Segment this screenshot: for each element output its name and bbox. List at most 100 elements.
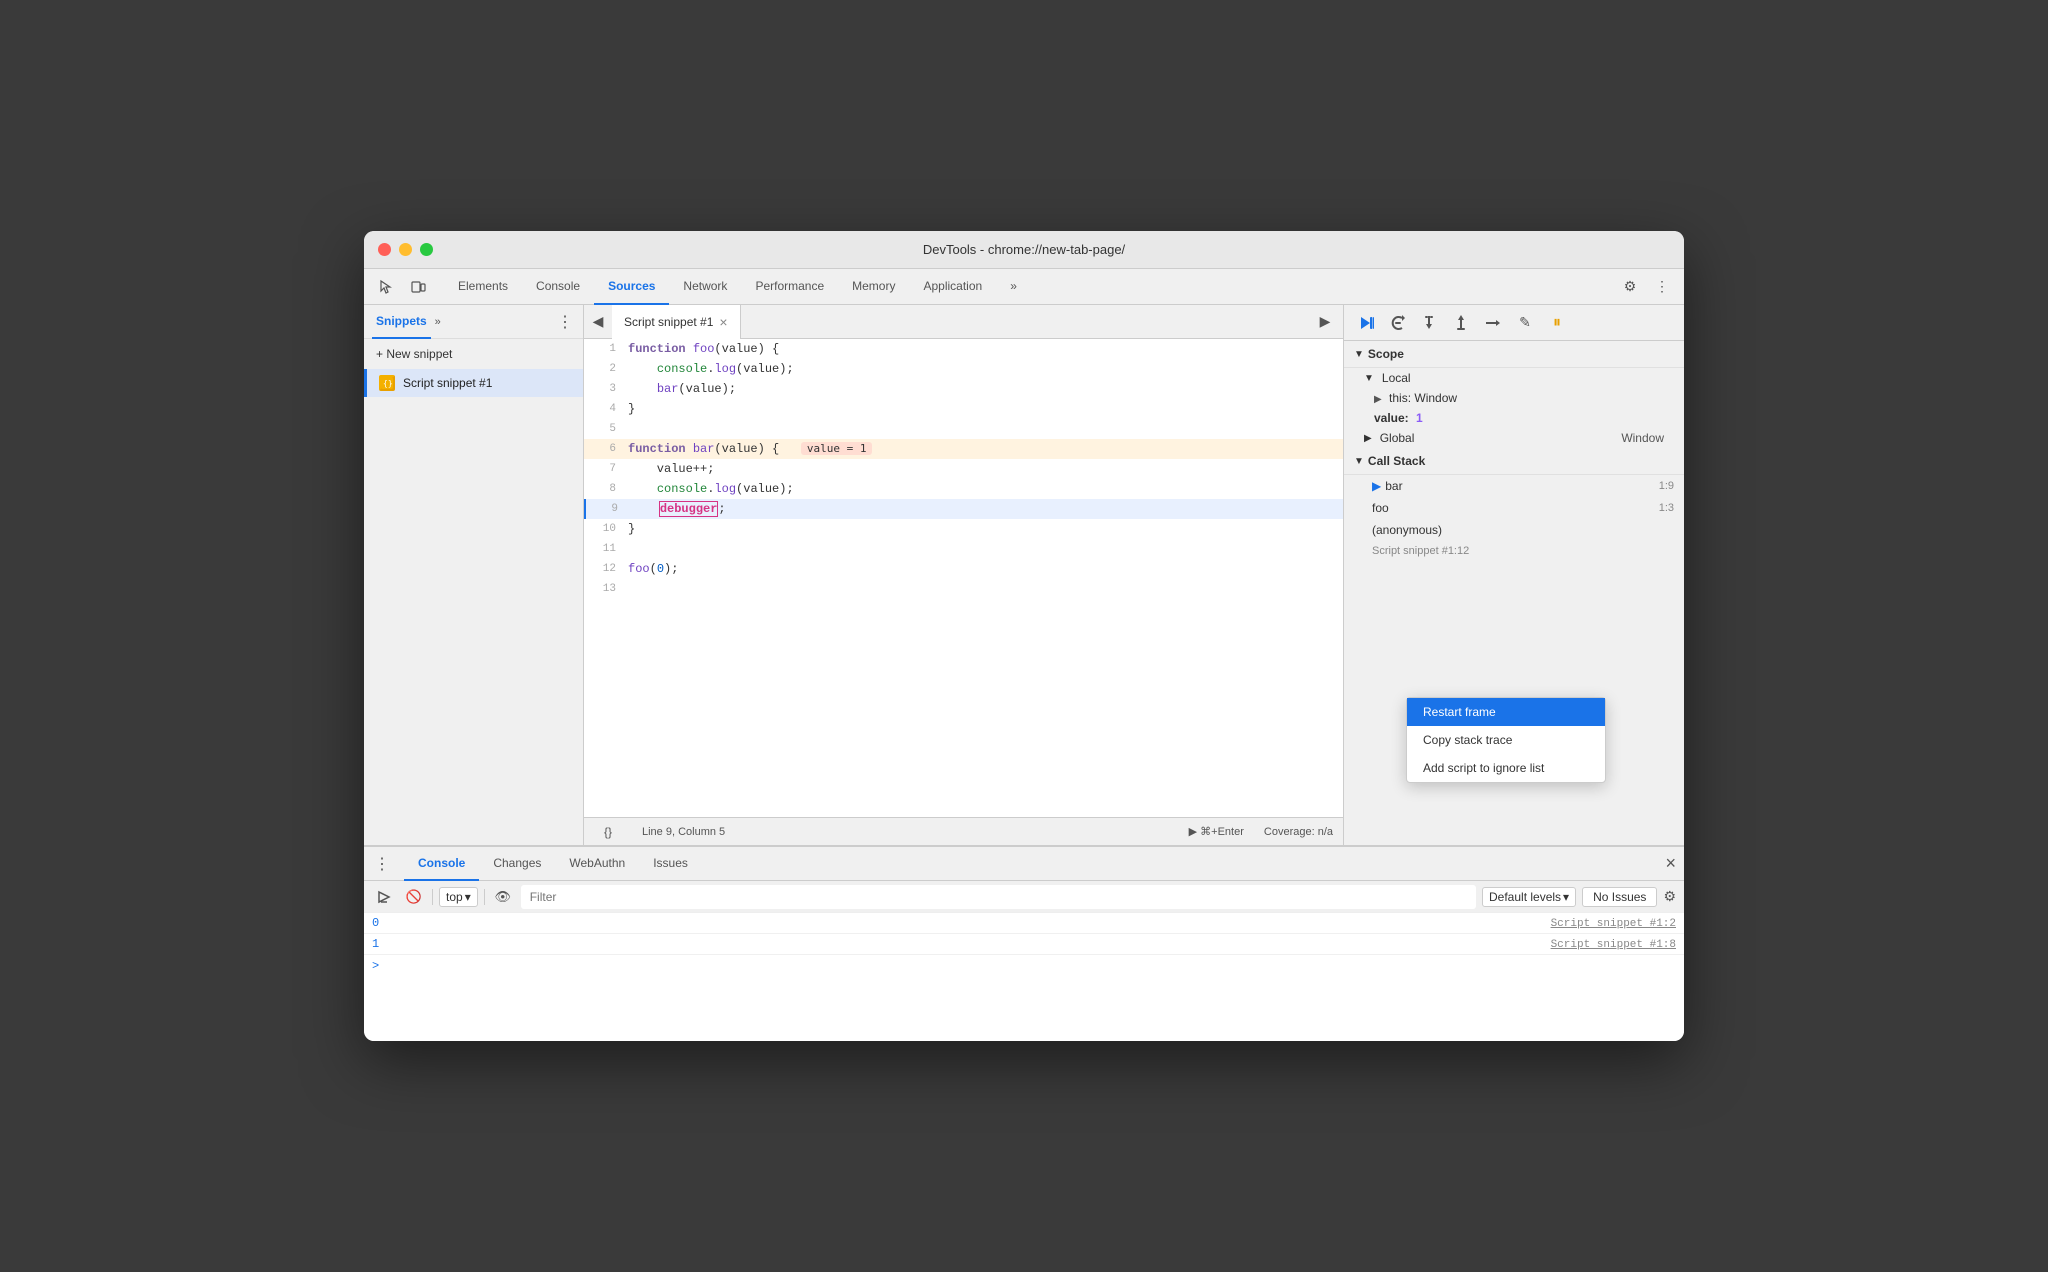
tab-more[interactable]: » (996, 269, 1031, 305)
tab-application[interactable]: Application (909, 269, 996, 305)
bottom-panel: ⋮ Console Changes WebAuthn Issues × (364, 845, 1684, 1041)
execute-icon (377, 890, 391, 904)
resume-icon (1356, 314, 1374, 332)
call-stack-bar-loc: 1:9 (1659, 480, 1674, 492)
tab-memory[interactable]: Memory (838, 269, 909, 305)
editor-tab-close-button[interactable]: × (719, 314, 727, 330)
snippet-icon: {} (379, 375, 395, 391)
tab-issues[interactable]: Issues (639, 847, 702, 881)
console-val-0: 0 (372, 916, 412, 930)
minimize-button[interactable] (399, 243, 412, 256)
editor-run-button[interactable]: ▶ (1311, 308, 1339, 336)
debugger-toolbar: ✎ ⏸ (1344, 305, 1684, 341)
step-over-icon (1388, 314, 1406, 332)
call-stack-chevron: ▼ (1354, 456, 1364, 467)
bottom-more-button[interactable]: ⋮ (372, 854, 392, 874)
console-src-0[interactable]: Script snippet #1:2 (1551, 918, 1676, 930)
console-val-1: 1 (372, 937, 412, 951)
global-scope-header[interactable]: ▶ Global Window (1344, 428, 1684, 448)
cursor-position: Line 9, Column 5 (642, 826, 725, 838)
step-out-button[interactable] (1446, 308, 1476, 338)
divider2 (484, 889, 485, 905)
call-stack-item-bar[interactable]: ▶ bar 1:9 (1344, 475, 1684, 497)
editor-nav-button[interactable]: ◀ (584, 308, 612, 336)
pause-button[interactable]: ⏸ (1542, 308, 1572, 338)
step-button[interactable] (1478, 308, 1508, 338)
context-menu: Restart frame Copy stack trace Add scrip… (1406, 697, 1606, 783)
tab-elements[interactable]: Elements (444, 269, 522, 305)
console-execute-button[interactable] (372, 885, 396, 909)
new-snippet-button[interactable]: + New snippet (364, 339, 583, 369)
code-area: 1 function foo(value) { 2 console.log(va… (584, 339, 1343, 817)
window-title: DevTools - chrome://new-tab-page/ (923, 242, 1125, 257)
console-eye-button[interactable]: 👁 (491, 885, 515, 909)
tab-network[interactable]: Network (669, 269, 741, 305)
device-toolbar-button[interactable] (404, 273, 432, 301)
console-clear-button[interactable]: 🚫 (402, 885, 426, 909)
console-no-issues-button[interactable]: No Issues (1582, 887, 1657, 907)
more-options-button[interactable]: ⋮ (1648, 273, 1676, 301)
current-frame-arrow: ▶ (1372, 479, 1381, 493)
step-over-button[interactable] (1382, 308, 1412, 338)
code-line-6: 6 function bar(value) { value = 1 (584, 439, 1343, 459)
scope-section-header[interactable]: ▼ Scope (1344, 341, 1684, 368)
format-button[interactable]: {} (594, 818, 622, 846)
console-src-1[interactable]: Script snippet #1:8 (1551, 939, 1676, 951)
snippets-more-button[interactable]: ⋮ (555, 312, 575, 332)
maximize-button[interactable] (420, 243, 433, 256)
context-menu-copy-stack-trace[interactable]: Copy stack trace (1407, 726, 1605, 754)
tab-performance[interactable]: Performance (741, 269, 838, 305)
snippets-chevron[interactable]: » (435, 316, 441, 328)
tab-webauthn[interactable]: WebAuthn (555, 847, 639, 881)
step-icon (1484, 314, 1502, 332)
console-right-controls: Default levels ▾ No Issues ⚙ (1482, 887, 1676, 907)
deactivate-breakpoints-button[interactable]: ✎ (1510, 308, 1540, 338)
call-stack-foo-name: foo (1372, 501, 1389, 515)
call-stack-item-src[interactable]: Script snippet #1:12 (1344, 541, 1684, 561)
step-out-icon (1452, 314, 1470, 332)
console-settings-button[interactable]: ⚙ (1663, 888, 1676, 905)
toolbar-icons (372, 273, 432, 301)
inspect-element-button[interactable] (372, 273, 400, 301)
call-stack-anon-name: (anonymous) (1372, 523, 1442, 537)
console-filter-input[interactable] (521, 885, 1476, 909)
console-prompt[interactable]: > (364, 955, 1684, 977)
bottom-close-button[interactable]: × (1665, 853, 1676, 874)
scope-chevron: ▼ (1354, 349, 1364, 360)
device-icon (410, 279, 426, 295)
devtools-window: DevTools - chrome://new-tab-page/ Elemen… (364, 231, 1684, 1041)
close-button[interactable] (378, 243, 391, 256)
code-line-1: 1 function foo(value) { (584, 339, 1343, 359)
step-into-icon (1420, 314, 1438, 332)
console-prompt-arrow: > (372, 959, 379, 973)
tab-sources[interactable]: Sources (594, 269, 669, 305)
editor-tab-bar: ◀ Script snippet #1 × ▶ (584, 305, 1343, 339)
call-stack-item-anon[interactable]: (anonymous) (1344, 519, 1684, 541)
console-levels-selector[interactable]: Default levels ▾ (1482, 887, 1576, 907)
bottom-tab-bar: ⋮ Console Changes WebAuthn Issues × (364, 847, 1684, 881)
center-panel: ◀ Script snippet #1 × ▶ 1 function foo(v… (584, 305, 1344, 845)
resume-button[interactable] (1350, 308, 1380, 338)
snippets-tab[interactable]: Snippets (372, 305, 431, 339)
settings-button[interactable]: ⚙ (1616, 273, 1644, 301)
tab-console[interactable]: Console (522, 269, 594, 305)
top-tab-bar: Elements Console Sources Network Perform… (364, 269, 1684, 305)
code-line-9: 9 debugger; (584, 499, 1343, 519)
call-stack-item-foo[interactable]: foo 1:3 (1344, 497, 1684, 519)
editor-tab[interactable]: Script snippet #1 × (612, 305, 741, 339)
title-bar: DevTools - chrome://new-tab-page/ (364, 231, 1684, 269)
this-scope-item[interactable]: ▶ this: Window (1344, 388, 1684, 408)
code-line-7: 7 value++; (584, 459, 1343, 479)
step-into-button[interactable] (1414, 308, 1444, 338)
call-stack-section-header[interactable]: ▼ Call Stack (1344, 448, 1684, 475)
tab-changes[interactable]: Changes (479, 847, 555, 881)
title-bar-buttons (378, 243, 433, 256)
local-scope-header[interactable]: ▼ Local (1344, 368, 1684, 388)
value-scope-item: value: 1 (1344, 408, 1684, 428)
snippet-item-1[interactable]: {} Script snippet #1 (364, 369, 583, 397)
tab-console-bottom[interactable]: Console (404, 847, 479, 881)
code-line-13: 13 (584, 579, 1343, 599)
context-menu-add-to-ignore[interactable]: Add script to ignore list (1407, 754, 1605, 782)
console-context-selector[interactable]: top ▾ (439, 887, 478, 907)
context-menu-restart-frame[interactable]: Restart frame (1407, 698, 1605, 726)
